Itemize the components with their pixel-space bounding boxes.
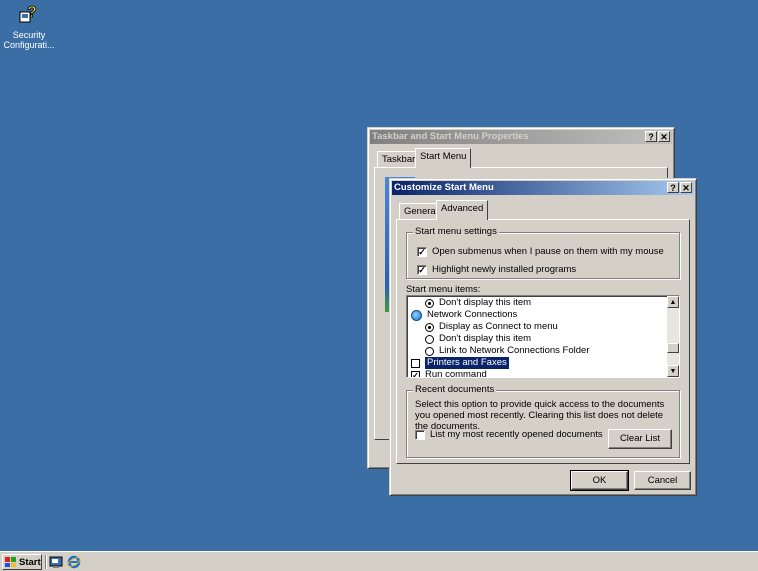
recent-documents-label: Recent documents: [413, 384, 497, 395]
windows-logo-icon: [5, 557, 16, 567]
recent-documents-description: Select this option to provide quick acce…: [415, 399, 665, 432]
internet-explorer-icon[interactable]: [67, 555, 81, 569]
list-item[interactable]: ✓ Run command: [411, 369, 487, 378]
tab-taskbar[interactable]: Taskbar: [377, 151, 421, 168]
dialog-titlebar[interactable]: Customize Start Menu ? ✕: [392, 181, 694, 195]
ok-button[interactable]: OK: [570, 470, 629, 491]
radio-button: [425, 346, 434, 356]
list-item[interactable]: Don't display this item: [425, 297, 531, 309]
tab-start-menu[interactable]: Start Menu: [415, 148, 472, 168]
show-desktop-icon[interactable]: [49, 555, 63, 569]
scroll-up-button[interactable]: ▲: [667, 296, 679, 308]
recent-documents-group: Recent documents Select this option to p…: [406, 384, 680, 458]
network-connections-icon: [411, 309, 422, 321]
close-button[interactable]: ✕: [658, 131, 670, 142]
start-menu-settings-group: Start menu settings ✓ Open submenus when…: [406, 226, 680, 279]
help-button[interactable]: ?: [667, 182, 679, 193]
radio-button: [425, 298, 434, 308]
checkbox-box: [415, 429, 425, 440]
clear-list-button[interactable]: Clear List: [608, 429, 672, 449]
highlight-new-programs-label: Highlight newly installed programs: [432, 264, 577, 275]
back-window-titlebar[interactable]: Taskbar and Start Menu Properties ? ✕: [370, 130, 672, 144]
start-label: Start: [19, 556, 41, 568]
customize-start-menu-dialog: Customize Start Menu ? ✕ General Advance…: [389, 178, 697, 496]
list-recent-documents-checkbox[interactable]: List my most recently opened documents: [415, 429, 603, 440]
open-submenus-label: Open submenus when I pause on them with …: [432, 246, 664, 257]
start-button[interactable]: Start: [2, 554, 42, 570]
radio-button: [425, 322, 434, 332]
list-item[interactable]: Don't display this item: [425, 333, 531, 345]
desktop-icon-security-configuration[interactable]: ? Security Configurati...: [0, 2, 58, 50]
svg-text:?: ?: [27, 4, 37, 21]
start-menu-items-label: Start menu items:: [406, 284, 481, 295]
back-window-title: Taskbar and Start Menu Properties: [372, 131, 529, 142]
checkbox-box: [411, 358, 420, 368]
radio-button: [425, 334, 434, 344]
dialog-title: Customize Start Menu: [394, 182, 494, 193]
list-item[interactable]: Display as Connect to menu: [425, 321, 558, 333]
scroll-down-button[interactable]: ▼: [667, 365, 679, 377]
tab-advanced[interactable]: Advanced: [436, 200, 489, 220]
open-submenus-checkbox[interactable]: ✓ Open submenus when I pause on them wit…: [417, 246, 664, 257]
scroll-thumb[interactable]: [667, 343, 679, 353]
quicklaunch-divider: [45, 555, 47, 569]
list-recent-documents-label: List my most recently opened documents: [430, 429, 603, 440]
desktop-icon-label: Security Configurati...: [3, 30, 55, 50]
help-button[interactable]: ?: [645, 131, 657, 142]
checkbox-box: ✓: [417, 246, 427, 257]
list-item[interactable]: Link to Network Connections Folder: [425, 345, 590, 357]
start-menu-settings-label: Start menu settings: [413, 226, 499, 237]
list-item[interactable]: Network Connections: [411, 309, 517, 321]
cancel-button[interactable]: Cancel: [634, 471, 691, 490]
taskbar: Start: [0, 551, 758, 571]
close-button[interactable]: ✕: [680, 182, 692, 193]
list-item[interactable]: Printers and Faxes: [411, 357, 509, 369]
checkbox-box: ✓: [417, 264, 427, 275]
advanced-tabpanel: Start menu settings ✓ Open submenus when…: [396, 219, 690, 464]
start-menu-items-list[interactable]: Don't display this item Network Connecti…: [406, 295, 680, 378]
checkbox-box: ✓: [411, 370, 420, 378]
highlight-new-programs-checkbox[interactable]: ✓ Highlight newly installed programs: [417, 264, 576, 275]
security-config-icon: ?: [19, 4, 37, 23]
